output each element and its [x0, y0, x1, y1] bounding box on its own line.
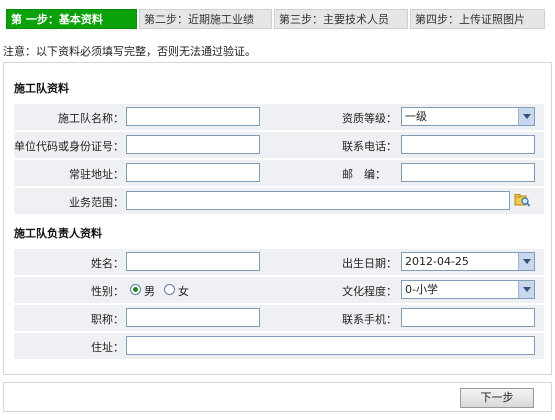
address-label: 常驻地址：	[69, 168, 124, 181]
gender-label: 性别：	[91, 285, 124, 298]
gender-female-label: 女	[178, 285, 189, 298]
step-3-technical-staff[interactable]: 第三步：主要技术人员	[274, 9, 408, 29]
team-row-scope: 业务范围：	[14, 187, 544, 214]
home-address-label: 住址：	[91, 341, 124, 354]
leader-name-label: 姓名：	[91, 257, 124, 270]
qualification-label: 资质等级：	[342, 112, 397, 125]
chevron-down-icon[interactable]	[518, 281, 534, 298]
notice-text: 注意：以下资料必须填写完整，否则无法通过验证。	[3, 45, 256, 58]
postcode-label: 邮 编：	[342, 168, 386, 181]
step-4-upload-certificates[interactable]: 第四步：上传证照图片	[410, 9, 545, 29]
business-scope-label: 业务范围：	[69, 196, 124, 209]
gender-male-label: 男	[144, 285, 155, 298]
mobile-input[interactable]	[401, 308, 535, 327]
search-folder-icon[interactable]	[514, 193, 530, 207]
id-number-input[interactable]	[126, 135, 260, 154]
home-address-input[interactable]	[126, 336, 535, 355]
birth-date-label: 出生日期：	[342, 257, 397, 270]
step-1-basic-info[interactable]: 第 一步：基本资料	[6, 9, 137, 29]
leader-row-gender: 性别： 男 女 文化程度： 0-小学	[14, 276, 544, 303]
chevron-down-icon[interactable]	[518, 253, 534, 270]
step-navigation: 第 一步：基本资料 第二步：近期施工业绩 第三步：主要技术人员 第四步：上传证照…	[0, 9, 555, 29]
leader-section-title: 施工队负责人资料	[14, 227, 102, 240]
team-row-id: 单位代码或身份证号： 联系电话：	[14, 131, 544, 158]
job-title-input[interactable]	[126, 308, 260, 327]
step-2-recent-performance[interactable]: 第二步：近期施工业绩	[139, 9, 272, 29]
phone-input[interactable]	[401, 135, 535, 154]
education-value: 0-小学	[405, 283, 438, 296]
team-name-input[interactable]	[126, 107, 260, 126]
team-row-address: 常驻地址： 邮 编：	[14, 159, 544, 186]
gender-male-radio[interactable]	[130, 284, 141, 295]
qualification-value: 一级	[405, 110, 427, 123]
leader-row-title: 职称： 联系手机：	[14, 304, 544, 331]
leader-row-address: 住址：	[14, 332, 544, 359]
address-input[interactable]	[126, 163, 260, 182]
chevron-down-icon[interactable]	[518, 108, 534, 125]
birth-date-value: 2012-04-25	[405, 255, 469, 268]
leader-name-input[interactable]	[126, 252, 260, 271]
postcode-input[interactable]	[401, 163, 535, 182]
education-select[interactable]: 0-小学	[401, 280, 535, 299]
next-step-button[interactable]: 下一步	[460, 388, 534, 408]
gender-female-radio[interactable]	[164, 284, 175, 295]
leader-row-name: 姓名： 出生日期： 2012-04-25	[14, 248, 544, 275]
form-footer: 下一步	[3, 382, 552, 412]
team-section-title: 施工队资料	[14, 82, 69, 95]
id-number-label: 单位代码或身份证号：	[14, 140, 124, 153]
business-scope-input[interactable]	[126, 191, 510, 210]
team-name-label: 施工队名称：	[58, 112, 124, 125]
form-panel: 施工队资料 施工队名称： 资质等级： 一级 单位代码或身份证号： 联系电话： 常…	[3, 62, 552, 375]
education-label: 文化程度：	[342, 285, 397, 298]
phone-label: 联系电话：	[342, 140, 397, 153]
qualification-select[interactable]: 一级	[401, 107, 535, 126]
team-row-name: 施工队名称： 资质等级： 一级	[14, 103, 544, 130]
job-title-label: 职称：	[91, 313, 124, 326]
mobile-label: 联系手机：	[342, 313, 397, 326]
birth-date-select[interactable]: 2012-04-25	[401, 252, 535, 271]
